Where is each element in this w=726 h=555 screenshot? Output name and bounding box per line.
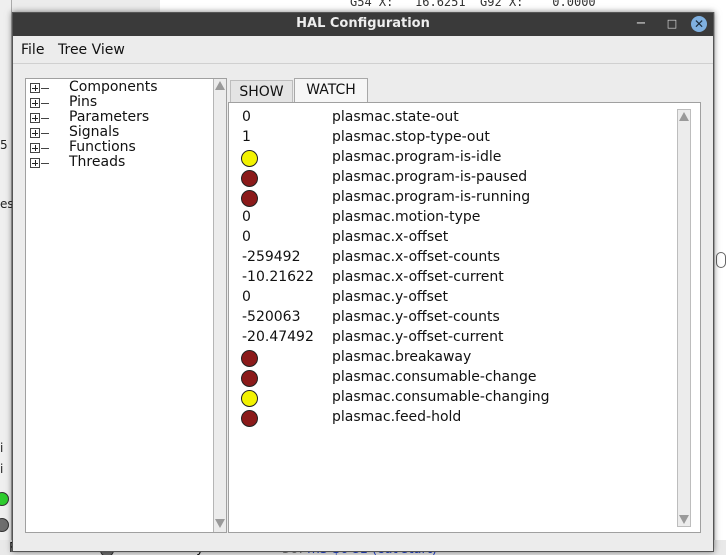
watch-row[interactable]: -20.47492 plasmac.y-offset-current bbox=[229, 328, 679, 348]
tree-connector-line bbox=[41, 118, 49, 119]
led-off-indicator bbox=[241, 350, 258, 367]
tree-item-threads[interactable]: Threads bbox=[26, 154, 212, 171]
expand-icon[interactable] bbox=[30, 128, 40, 138]
watch-panel: 0 plasmac.state-out 1 plasmac.stop-type-out… bbox=[228, 102, 701, 533]
led-off-indicator bbox=[241, 170, 258, 187]
tree-scrollbar[interactable] bbox=[213, 79, 226, 532]
led-on-indicator bbox=[241, 150, 258, 167]
watch-pin-name: plasmac.state-out bbox=[332, 109, 459, 125]
watch-row[interactable]: 1 plasmac.stop-type-out bbox=[229, 128, 679, 148]
tree-connector-line bbox=[41, 103, 49, 104]
scroll-up-arrow-icon[interactable] bbox=[215, 81, 225, 90]
watch-pin-name: plasmac.x-offset-counts bbox=[332, 249, 501, 265]
watch-value: 0 bbox=[242, 209, 251, 225]
scroll-down-arrow-icon[interactable] bbox=[215, 519, 225, 528]
watch-row[interactable]: -10.21622 plasmac.x-offset-current bbox=[229, 268, 679, 288]
hal-configuration-window: HAL Configuration − □ ✕ File Tree View C… bbox=[12, 12, 714, 552]
watch-row[interactable]: 0 plasmac.y-offset bbox=[229, 288, 679, 308]
tree-item-label: Parameters bbox=[69, 109, 150, 125]
watch-pin-name: plasmac.stop-type-out bbox=[332, 129, 490, 145]
watch-row[interactable]: plasmac.consumable-changing bbox=[229, 388, 679, 408]
tree-connector-line bbox=[41, 163, 49, 164]
gcode-coordinates-readout: G54 X: 16.6251 G92 X: 0.0000 bbox=[350, 0, 596, 9]
watch-row[interactable]: 0 plasmac.x-offset bbox=[229, 228, 679, 248]
background-left-text: i bbox=[0, 441, 4, 455]
tree-item-label: Threads bbox=[69, 154, 126, 170]
menu-tree-view[interactable]: Tree View bbox=[58, 42, 125, 58]
menu-bar: File Tree View bbox=[13, 36, 713, 64]
watch-row[interactable]: -520063 plasmac.y-offset-counts bbox=[229, 308, 679, 328]
scroll-down-arrow-icon[interactable] bbox=[679, 515, 689, 524]
watch-row[interactable]: 0 plasmac.motion-type bbox=[229, 208, 679, 228]
background-left-text: 5 bbox=[0, 138, 8, 152]
tree-item-label: Functions bbox=[69, 139, 136, 155]
watch-value: 0 bbox=[242, 289, 251, 305]
tab-watch[interactable]: WATCH bbox=[294, 78, 368, 102]
watch-value: -520063 bbox=[242, 309, 301, 325]
expand-icon[interactable] bbox=[30, 113, 40, 123]
watch-row[interactable]: plasmac.breakaway bbox=[229, 348, 679, 368]
maximize-button[interactable]: □ bbox=[664, 16, 680, 32]
expand-icon[interactable] bbox=[30, 98, 40, 108]
tree-item-components[interactable]: Components bbox=[26, 79, 212, 96]
watch-scrollbar[interactable] bbox=[677, 109, 691, 527]
watch-pin-name: plasmac.x-offset-current bbox=[332, 269, 504, 285]
watch-pin-name: plasmac.consumable-change bbox=[332, 369, 537, 385]
hal-notebook: SHOW WATCH 0 plasmac.state-out 1 plasmac.st… bbox=[228, 78, 701, 533]
watch-pin-name: plasmac.consumable-changing bbox=[332, 389, 550, 405]
watch-pin-name: plasmac.y-offset-current bbox=[332, 329, 504, 345]
expand-icon[interactable] bbox=[30, 158, 40, 168]
watch-value: -10.21622 bbox=[242, 269, 314, 285]
background-gcode-display: G54 X: 16.6251 G92 X: 0.0000 bbox=[160, 0, 726, 12]
window-title: HAL Configuration bbox=[296, 16, 430, 31]
tree-connector-line bbox=[41, 88, 49, 89]
background-right-panel bbox=[714, 12, 726, 552]
tree-item-label: Pins bbox=[69, 94, 98, 110]
expand-icon[interactable] bbox=[30, 143, 40, 153]
watch-pin-name: plasmac.program-is-running bbox=[332, 189, 531, 205]
watch-value: 0 bbox=[242, 109, 251, 125]
watch-pin-name: plasmac.feed-hold bbox=[332, 409, 462, 425]
watch-row[interactable]: plasmac.program-is-running bbox=[229, 188, 679, 208]
led-off-indicator bbox=[241, 190, 258, 207]
tree-connector-line bbox=[41, 148, 49, 149]
watch-row[interactable]: plasmac.feed-hold bbox=[229, 408, 679, 428]
watch-pin-name: plasmac.y-offset-counts bbox=[332, 309, 500, 325]
background-right-indicator bbox=[716, 252, 726, 268]
watch-row[interactable]: plasmac.program-is-paused bbox=[229, 168, 679, 188]
watch-value: 0 bbox=[242, 229, 251, 245]
close-button[interactable]: ✕ bbox=[691, 16, 707, 32]
watch-row[interactable]: -259492 plasmac.x-offset-counts bbox=[229, 248, 679, 268]
menu-file[interactable]: File bbox=[21, 42, 44, 58]
watch-pin-name: plasmac.program-is-idle bbox=[332, 149, 502, 165]
watch-row[interactable]: 0 plasmac.state-out bbox=[229, 108, 679, 128]
watch-row[interactable]: plasmac.consumable-change bbox=[229, 368, 679, 388]
watch-row[interactable]: plasmac.program-is-idle bbox=[229, 148, 679, 168]
minimize-button[interactable]: − bbox=[633, 16, 649, 32]
led-off-indicator bbox=[241, 410, 258, 427]
watch-value: 1 bbox=[242, 129, 251, 145]
background-left-text: i bbox=[0, 462, 4, 476]
tree-item-label: Components bbox=[69, 79, 158, 95]
expand-icon[interactable] bbox=[30, 83, 40, 93]
scroll-up-arrow-icon[interactable] bbox=[679, 112, 689, 121]
watch-pin-name: plasmac.x-offset bbox=[332, 229, 449, 245]
led-off-indicator bbox=[241, 370, 258, 387]
watch-pin-name: plasmac.motion-type bbox=[332, 209, 481, 225]
watch-value: -20.47492 bbox=[242, 329, 314, 345]
watch-pin-name: plasmac.breakaway bbox=[332, 349, 472, 365]
hal-tree: Components Pins Parameters Signals Funct… bbox=[25, 78, 227, 533]
tab-show[interactable]: SHOW bbox=[230, 80, 293, 104]
watch-value: -259492 bbox=[242, 249, 301, 265]
tree-item-label: Signals bbox=[69, 124, 120, 140]
window-titlebar[interactable]: HAL Configuration − □ ✕ bbox=[13, 13, 713, 36]
tree-connector-line bbox=[41, 133, 49, 134]
led-on-indicator bbox=[241, 390, 258, 407]
watch-pin-name: plasmac.program-is-paused bbox=[332, 169, 528, 185]
watch-pin-name: plasmac.y-offset bbox=[332, 289, 448, 305]
